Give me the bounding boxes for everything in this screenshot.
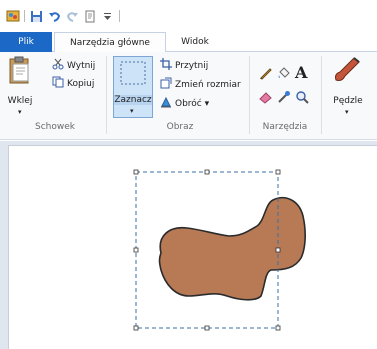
resize-handle: [133, 325, 139, 331]
drawing-canvas[interactable]: [8, 145, 377, 349]
rotate-label: Obróć ▾: [175, 98, 210, 109]
customize-icon[interactable]: [101, 9, 115, 23]
image-group-label: Obraz: [166, 122, 194, 132]
text-icon[interactable]: A: [295, 63, 307, 82]
redo-icon[interactable]: [65, 9, 79, 23]
copy-label: Kopiuj: [67, 78, 95, 89]
divider: [321, 56, 322, 134]
select-button[interactable]: Zaznacz ▾: [113, 56, 153, 118]
app-icon[interactable]: [6, 9, 20, 23]
ribbon-tabs: Plik Narzędzia główne Widok: [0, 32, 377, 53]
brushes-icon: [332, 56, 362, 87]
resize-handle: [133, 169, 139, 175]
divider: [249, 56, 250, 134]
resize-handle: [204, 325, 210, 331]
quick-access-toolbar: [0, 0, 377, 32]
pencil-icon[interactable]: [259, 66, 273, 83]
resize-handle: [133, 247, 139, 253]
brushes-button[interactable]: Pędzle ▾: [328, 56, 368, 118]
select-icon: [120, 61, 146, 88]
resize-icon: [160, 77, 172, 92]
crop-label: Przytnij: [175, 60, 209, 71]
paste-label: Wklej: [7, 96, 33, 106]
brown-shape[interactable]: [158, 196, 306, 301]
copy-icon: [52, 76, 64, 91]
clipboard-group-label: Schowek: [35, 122, 75, 132]
resize-handle: [275, 247, 281, 253]
rotate-icon: [160, 96, 172, 111]
resize-button[interactable]: Zmień rozmiar: [160, 77, 241, 92]
select-label: Zaznacz: [114, 95, 152, 105]
cut-icon: [52, 58, 64, 73]
resize-handle: [275, 169, 281, 175]
magnifier-icon[interactable]: [295, 90, 309, 107]
canvas-workspace: [0, 141, 377, 349]
resize-handle: [204, 169, 210, 175]
eraser-icon[interactable]: [259, 90, 273, 107]
crop-icon: [160, 58, 172, 73]
crop-button[interactable]: Przytnij: [160, 58, 208, 73]
ribbon: Wklej ▾ Wytnij Kopiuj Schowek Zaznacz ▾ …: [0, 52, 377, 140]
chevron-down-icon: ▾: [130, 107, 134, 115]
cut-label: Wytnij: [67, 60, 96, 71]
chevron-down-icon: ▾: [345, 108, 349, 116]
tab-view[interactable]: Widok: [168, 32, 222, 52]
resize-label: Zmień rozmiar: [175, 79, 241, 90]
tools-group-label: Narzędzia: [262, 122, 308, 132]
divider: [106, 56, 107, 134]
color-picker-icon[interactable]: [277, 90, 291, 107]
tab-file[interactable]: Plik: [0, 32, 52, 52]
paste-icon: [9, 56, 31, 87]
fill-icon[interactable]: [277, 66, 291, 83]
canvas-drawing: [133, 169, 306, 331]
copy-button[interactable]: Kopiuj: [52, 76, 94, 91]
resize-handle: [275, 325, 281, 331]
rotate-button[interactable]: Obróć ▾: [160, 96, 209, 111]
brushes-label: Pędzle: [333, 96, 363, 106]
chevron-down-icon: ▾: [18, 108, 22, 116]
cut-button[interactable]: Wytnij: [52, 58, 95, 73]
undo-icon[interactable]: [47, 9, 61, 23]
tab-home[interactable]: Narzędzia główne: [54, 32, 166, 53]
save-icon[interactable]: [29, 9, 43, 23]
paste-button[interactable]: Wklej ▾: [6, 56, 34, 118]
document-icon[interactable]: [83, 9, 97, 23]
